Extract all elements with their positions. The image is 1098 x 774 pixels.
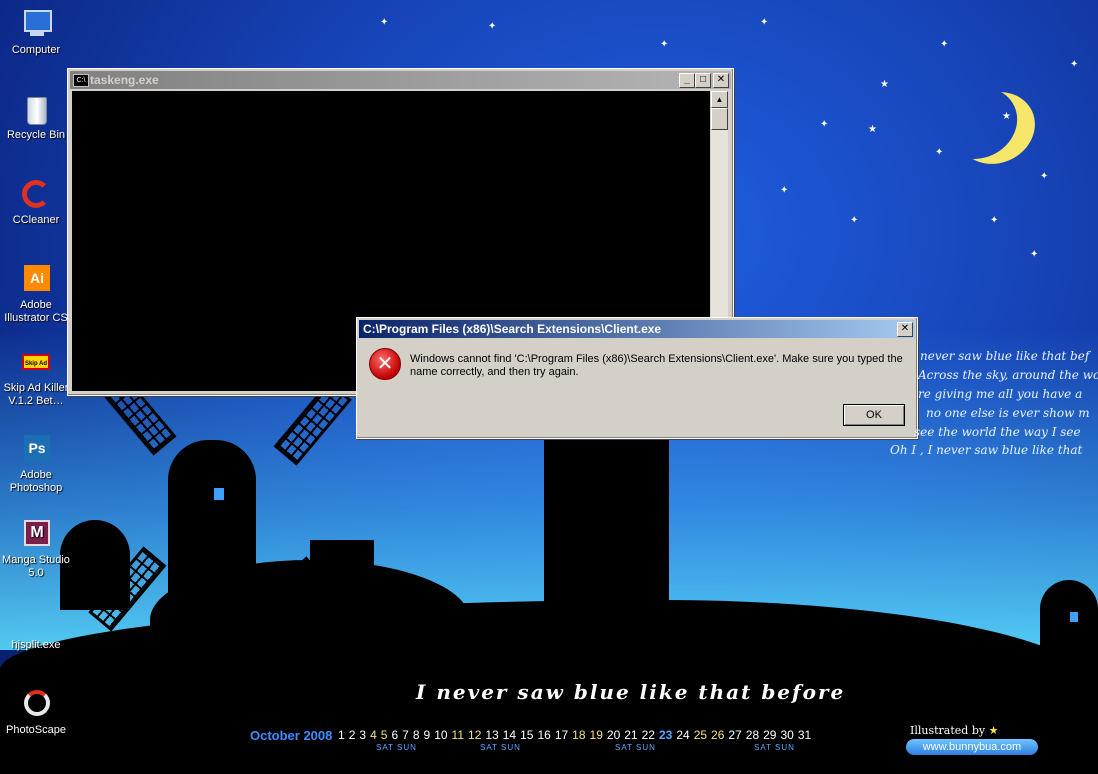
calendar-day: 27 bbox=[728, 728, 742, 742]
desktop-icon-recycle-bin[interactable]: Recycle Bin bbox=[0, 93, 72, 142]
lyric-line: Across the sky, around the wo bbox=[918, 368, 1098, 382]
lyric-line: re giving me all you have a bbox=[918, 387, 1083, 401]
lyric-line: see the world the way I see bbox=[914, 425, 1081, 439]
calendar-day: 19 bbox=[589, 728, 603, 742]
desktop-icon-label: Recycle Bin bbox=[6, 129, 66, 141]
calendar-day: 11 bbox=[451, 728, 465, 742]
error-message: Windows cannot find 'C:\Program Files (x… bbox=[410, 353, 903, 378]
dialog-title: C:\Program Files (x86)\Search Extensions… bbox=[363, 322, 662, 336]
lyric-line: never saw blue like that bef bbox=[920, 349, 1090, 363]
calendar-day: 29 bbox=[763, 728, 777, 742]
calendar-day: 14 bbox=[502, 728, 517, 742]
photoshop-icon: Ps bbox=[20, 433, 52, 465]
close-button[interactable]: ✕ bbox=[713, 73, 729, 88]
desktop-icon-label: CCleaner bbox=[12, 214, 60, 226]
calendar-day: 22 bbox=[641, 728, 655, 742]
calendar-day: 8 bbox=[412, 728, 420, 742]
console-system-icon[interactable]: C:\ bbox=[73, 74, 89, 87]
windmill-window bbox=[214, 488, 224, 500]
calendar-day: 21 bbox=[624, 728, 638, 742]
minimize-button[interactable]: _ bbox=[679, 73, 695, 88]
windmill-window bbox=[1070, 612, 1078, 622]
desktop-icon-label: hjsplit.exe bbox=[11, 639, 61, 651]
calendar-day: 10 bbox=[434, 728, 448, 742]
calendar-day: 1 bbox=[338, 728, 345, 742]
desktop-icon-label: Adobe Photoshop bbox=[9, 469, 63, 494]
calendar-day: 24 bbox=[676, 728, 690, 742]
desktop-icon-photoscape[interactable]: PhotoScape bbox=[0, 688, 72, 737]
desktop-icon-label: PhotoScape bbox=[6, 724, 66, 736]
scroll-thumb[interactable] bbox=[711, 108, 728, 130]
house-silhouette bbox=[310, 540, 374, 600]
recycle-bin-icon bbox=[20, 93, 52, 125]
windmill-right bbox=[1040, 580, 1098, 690]
calendar-weekend-label: SAT SUN bbox=[615, 743, 656, 752]
scroll-up-icon[interactable]: ▲ bbox=[711, 91, 728, 108]
manga-studio-icon: M bbox=[20, 518, 52, 550]
calendar-day: 6 bbox=[391, 728, 399, 742]
calendar-day: 5 bbox=[380, 728, 388, 742]
calendar-day: 17 bbox=[554, 728, 569, 742]
desktop-icon-hjsplit[interactable]: hjsplit.exe bbox=[0, 603, 72, 652]
wallpaper-url: www.bunnybua.com bbox=[906, 739, 1038, 755]
console-title: taskeng.exe bbox=[90, 73, 159, 87]
desktop-icon-ccleaner[interactable]: CCleaner bbox=[0, 178, 72, 227]
desktop-icon-label: Manga Studio 5.0 bbox=[2, 554, 70, 579]
calendar-day: 18 bbox=[572, 728, 586, 742]
desktop-icon-manga-studio[interactable]: M Manga Studio 5.0 bbox=[0, 518, 72, 580]
windmill-left bbox=[168, 440, 256, 600]
calendar-day: 7 bbox=[402, 728, 409, 742]
dialog-close-button[interactable]: ✕ bbox=[897, 322, 913, 337]
lyric-line: Oh I , I never saw blue like that bbox=[890, 443, 1083, 457]
ccleaner-icon bbox=[20, 178, 52, 210]
calendar-day: 12 bbox=[468, 728, 482, 742]
calendar-weekend-label: SAT SUN bbox=[480, 743, 521, 752]
desktop-icon-skip-ad-killer[interactable]: Skip Ad Skip Ad Killer V.1.2 Bet… bbox=[0, 346, 72, 408]
couple-silhouette bbox=[544, 438, 669, 618]
desktop-icon-label: Adobe Illustrator CS bbox=[4, 299, 68, 324]
calendar-day: 16 bbox=[537, 728, 551, 742]
calendar-weekend-label: SAT SUN bbox=[376, 743, 417, 752]
calendar-day: 28 bbox=[745, 728, 760, 742]
calendar-day: 25 bbox=[693, 728, 708, 742]
calendar-day: 4 bbox=[370, 728, 377, 742]
calendar-day: 26 bbox=[711, 728, 725, 742]
desktop-icon-label: Computer bbox=[11, 44, 61, 56]
calendar-day: 31 bbox=[797, 728, 812, 742]
calendar-weekend-label: SAT SUN bbox=[754, 743, 795, 752]
star-icon: ★ bbox=[988, 724, 999, 737]
ok-button[interactable]: OK bbox=[843, 404, 905, 426]
console-titlebar[interactable]: C:\ taskeng.exe _ □ ✕ bbox=[70, 71, 731, 89]
credit-text: Illustrated by bbox=[910, 724, 986, 737]
illustrator-icon: Ai bbox=[20, 263, 52, 295]
desktop-icon-illustrator[interactable]: Ai Adobe Illustrator CS bbox=[0, 263, 72, 325]
error-x-icon: ✕ bbox=[369, 348, 401, 380]
calendar-day: 9 bbox=[423, 728, 431, 742]
wallpaper-tagline: I never saw blue like that before bbox=[416, 680, 846, 704]
lyric-line: no one else is ever show m bbox=[926, 406, 1090, 420]
calendar-day: 20 bbox=[606, 728, 621, 742]
desktop-icon-computer[interactable]: Computer bbox=[0, 8, 72, 57]
calendar-day: 3 bbox=[359, 728, 367, 742]
calendar-day: 23 bbox=[658, 728, 673, 742]
maximize-button[interactable]: □ bbox=[695, 73, 711, 88]
desktop-icon-photoshop[interactable]: Ps Adobe Photoshop bbox=[0, 433, 72, 495]
calendar-days: 1 2 3 4 5 6 7 8 9 10 11 12 13 14 15 16 17 18 19 20 21 22 23 24 2… bbox=[338, 728, 815, 742]
photoscape-icon bbox=[20, 688, 52, 720]
desktop-icon-label: Skip Ad Killer V.1.2 Bet… bbox=[3, 382, 69, 407]
calendar-day: 2 bbox=[348, 728, 356, 742]
calendar-day: 30 bbox=[780, 728, 794, 742]
calendar-day: 15 bbox=[520, 728, 534, 742]
error-dialog[interactable]: C:\Program Files (x86)\Search Extensions… bbox=[356, 317, 918, 439]
skip-ad-icon: Skip Ad bbox=[20, 346, 52, 378]
hjsplit-icon bbox=[20, 603, 52, 635]
calendar-day: 13 bbox=[485, 728, 499, 742]
illustrator-credit: Illustrated by ★ bbox=[910, 724, 998, 737]
calendar-month: October 2008 bbox=[250, 728, 333, 743]
dialog-titlebar[interactable]: C:\Program Files (x86)\Search Extensions… bbox=[359, 320, 915, 338]
computer-icon bbox=[20, 8, 52, 40]
